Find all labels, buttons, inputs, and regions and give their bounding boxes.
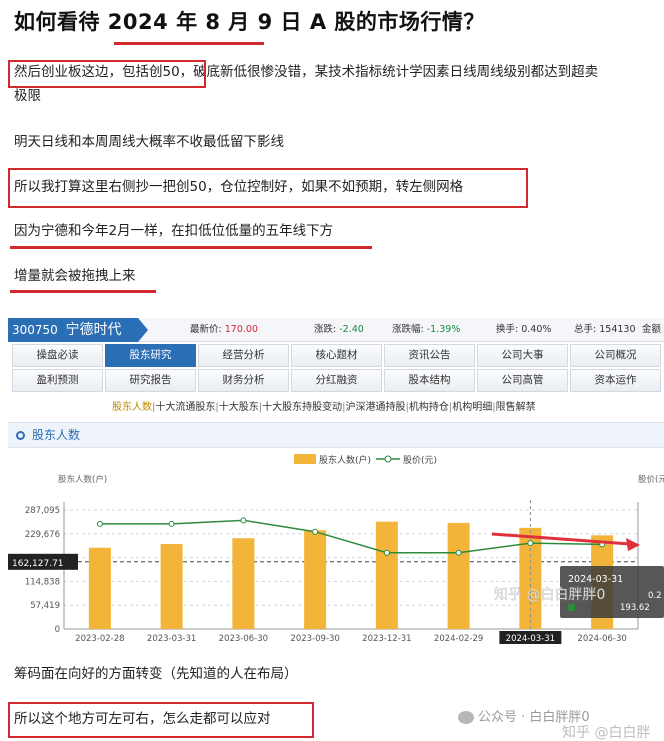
y-tick-label: 0: [55, 625, 60, 635]
x-tick-label: 2024-06-30: [577, 634, 626, 644]
tab-tabs_row1-5[interactable]: 公司大事: [477, 344, 568, 367]
subnav-item-7[interactable]: 限售解禁: [496, 398, 536, 418]
price-point-2023-09-30: [312, 528, 319, 535]
tab-tabs_row1-6[interactable]: 公司概况: [570, 344, 661, 367]
tab-tabs_row2-0[interactable]: 盈利预测: [12, 369, 103, 392]
x-tick-label: 2023-02-28: [75, 634, 124, 644]
y-tick-label: 57,419: [30, 601, 60, 611]
bar-2023-02-28: [88, 547, 111, 629]
tab-bar: 操盘必读 股东研究 经营分析 核心题材 资讯公告 公司大事 公司概况盈利预测 研究报告 财务分析…: [8, 344, 664, 394]
tab-tabs_row1-0[interactable]: 操盘必读: [12, 344, 103, 367]
subnav-item-0[interactable]: 股东人数: [112, 398, 152, 418]
highlight-box-7: [8, 702, 314, 738]
underline-4: [10, 246, 372, 249]
section-bullet-icon: [16, 431, 25, 440]
bar-2024-02-29: [447, 522, 470, 629]
highlight-box-3: [8, 168, 528, 208]
tab-tabs_row2-2[interactable]: 财务分析: [198, 369, 289, 392]
quote-4: 总手: 154130: [574, 324, 636, 335]
paragraph-2: 明天日线和本周周线大概率不收最低留下影线: [14, 134, 284, 150]
quote-2: 涨跌幅: -1.39%: [392, 324, 461, 335]
bar-2023-12-31: [375, 521, 398, 629]
subnav-item-3[interactable]: 十大股东持股变动: [262, 398, 342, 418]
tab-tabs_row1-2[interactable]: 经营分析: [198, 344, 289, 367]
y-tick-label: 229,676: [25, 530, 60, 540]
price-point-2023-03-31: [168, 520, 175, 527]
tab-tabs_row1-3[interactable]: 核心题材: [291, 344, 382, 367]
legend-bar-swatch: [294, 454, 316, 464]
paragraph-1b: 极限: [14, 88, 41, 104]
title-underline: [114, 42, 264, 45]
subnav-item-5[interactable]: 机构持仓: [409, 398, 449, 418]
y-axis-right-title: 股价(元): [638, 475, 664, 485]
section-header: 股东人数: [8, 422, 664, 448]
x-tick-label: 2023-03-31: [147, 634, 196, 644]
price-point-2024-02-29: [455, 549, 462, 556]
x-tick-label: 2024-03-31: [506, 634, 555, 644]
bar-2023-06-30: [232, 538, 255, 629]
quote-5: 金额: [642, 324, 662, 335]
tab-tabs_row2-6[interactable]: 资本运作: [570, 369, 661, 392]
tab-tabs_row2-4[interactable]: 股本结构: [384, 369, 475, 392]
highlight-box-1: [8, 60, 206, 88]
tooltip-date: 2024-03-31: [568, 574, 623, 585]
shareholder-chart: 股东人数(户)股价(元)股东人数(户)股价(元)287,095229,67617…: [8, 454, 664, 644]
price-point-2023-02-28: [96, 520, 103, 527]
subnav-item-4[interactable]: 沪深港通持股: [346, 398, 406, 418]
paragraph-6: 筹码面在向好的方面转变（先知道的人在布局）: [14, 666, 298, 682]
x-tick-label: 2023-09-30: [290, 634, 339, 644]
y-axis-left-title: 股东人数(户): [58, 474, 107, 485]
price-point-2023-06-30: [240, 517, 247, 524]
quote-header: 300750 宁德时代 最新价: 170.00 涨跌: -2.40 涨跌幅: -1.…: [8, 318, 664, 342]
underline-5: [10, 290, 156, 293]
page-title: 如何看待 2024 年 8 月 9 日 A 股的市场行情？: [14, 10, 485, 34]
x-tick-label: 2023-12-31: [362, 634, 411, 644]
x-tick-label: 2024-02-29: [434, 634, 483, 644]
stock-app-panel: 300750 宁德时代 最新价: 170.00 涨跌: -2.40 涨跌幅: -1.…: [8, 318, 664, 644]
tooltip-price-swatch: [568, 604, 575, 611]
y-tick-label: 114,838: [25, 577, 60, 587]
legend-line-label: 股价(元): [403, 455, 437, 466]
paragraph-4: 因为宁德和今年2月一样，在扣低位低量的五年线下方: [14, 223, 334, 239]
tab-tabs_row2-1[interactable]: 研究报告: [105, 369, 196, 392]
price-point-2023-12-31: [383, 549, 390, 556]
tab-tabs_row2-3[interactable]: 分红融资: [291, 369, 382, 392]
crosshair-value: 162,127.71: [12, 559, 64, 569]
subnav-item-6[interactable]: 机构明细: [452, 398, 492, 418]
tab-tabs_row1-4[interactable]: 资讯公告: [384, 344, 475, 367]
sub-navigation: 股东人数 | 十大流通股东 | 十大股东 | 十大股东持股变动 | 沪深港通持股…: [8, 398, 664, 418]
tab-tabs_row2-5[interactable]: 公司高管: [477, 369, 568, 392]
price-point-2024-03-31: [527, 540, 534, 547]
stock-code: 300750: [12, 323, 58, 337]
stock-name: 宁德时代: [65, 322, 122, 338]
tab-tabs_row1-1[interactable]: 股东研究: [105, 344, 196, 367]
legend-line-marker: [384, 455, 392, 463]
legend-bar-label: 股东人数(户): [319, 454, 371, 466]
bar-2023-09-30: [304, 530, 327, 629]
chart-watermark: 知乎 @白白胖胖0: [494, 586, 605, 603]
tooltip-price-value: 193.62: [620, 603, 650, 613]
paragraph-5: 增量就会被拖拽上来: [14, 268, 136, 284]
wechat-icon: [458, 711, 474, 724]
quote-0: 最新价: 170.00: [190, 324, 258, 335]
quote-3: 换手: 0.40%: [496, 324, 552, 335]
quote-1: 涨跌: -2.40: [314, 324, 364, 335]
subnav-item-2[interactable]: 十大股东: [219, 398, 259, 418]
bar-2023-03-31: [160, 544, 183, 629]
stock-tag[interactable]: 300750 宁德时代: [8, 318, 148, 342]
subnav-item-1[interactable]: 十大流通股东: [155, 398, 215, 418]
x-tick-label: 2023-06-30: [219, 634, 268, 644]
section-title: 股东人数: [32, 428, 81, 442]
tooltip-extra-value: 0.2: [648, 591, 662, 601]
zhihu-watermark: 知乎 @白白胖: [562, 725, 651, 741]
y-tick-label: 287,095: [25, 506, 60, 516]
